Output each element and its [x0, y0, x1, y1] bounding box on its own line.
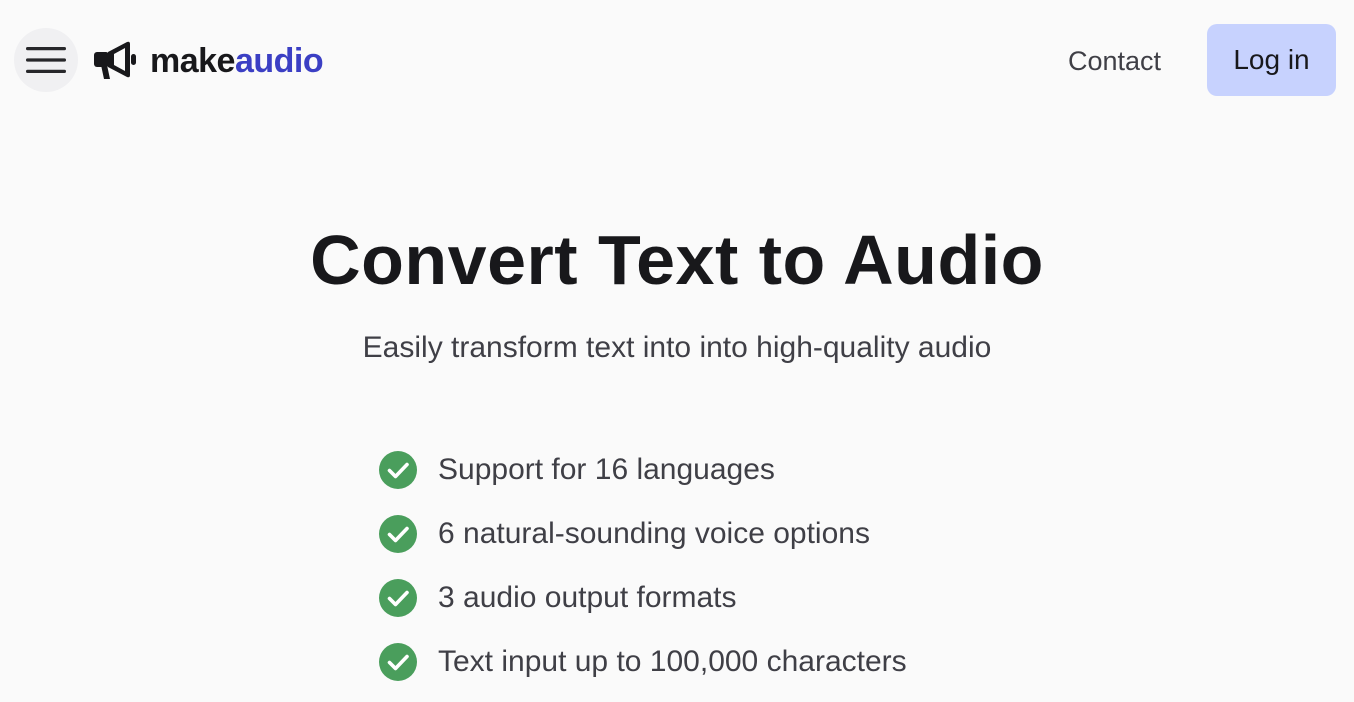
hamburger-menu-icon	[26, 47, 66, 73]
hero-subtitle: Easily transform text into into high-qua…	[362, 331, 992, 364]
feature-item: Text input up to 100,000 characters	[378, 630, 907, 694]
login-button[interactable]: Log in	[1207, 24, 1336, 96]
logo-text-accent: audio	[234, 42, 324, 80]
feature-label: 6 natural-sounding voice options	[438, 517, 870, 550]
site-header: makeaudio Contact Log in	[0, 0, 1354, 122]
feature-list: Support for 16 languages 6 natural-sound…	[378, 438, 907, 694]
check-circle-icon	[379, 451, 417, 489]
logo-wordmark: makeaudio	[150, 40, 324, 82]
feature-label: Text input up to 100,000 characters	[438, 645, 907, 678]
logo-text-primary: make	[150, 42, 235, 80]
check-circle-icon	[379, 643, 417, 681]
hero-title: Convert Text to Audio	[310, 221, 1044, 299]
check-circle-icon	[379, 579, 417, 617]
logo-link[interactable]: makeaudio	[94, 40, 324, 82]
contact-link[interactable]: Contact	[1068, 40, 1161, 82]
feature-label: 3 audio output formats	[438, 581, 737, 614]
feature-item: 6 natural-sounding voice options	[378, 502, 907, 566]
feature-label: Support for 16 languages	[438, 453, 775, 486]
feature-item: 3 audio output formats	[378, 566, 907, 630]
feature-item: Support for 16 languages	[378, 438, 907, 502]
menu-button[interactable]	[14, 28, 78, 92]
megaphone-icon	[94, 41, 136, 79]
check-circle-icon	[379, 515, 417, 553]
